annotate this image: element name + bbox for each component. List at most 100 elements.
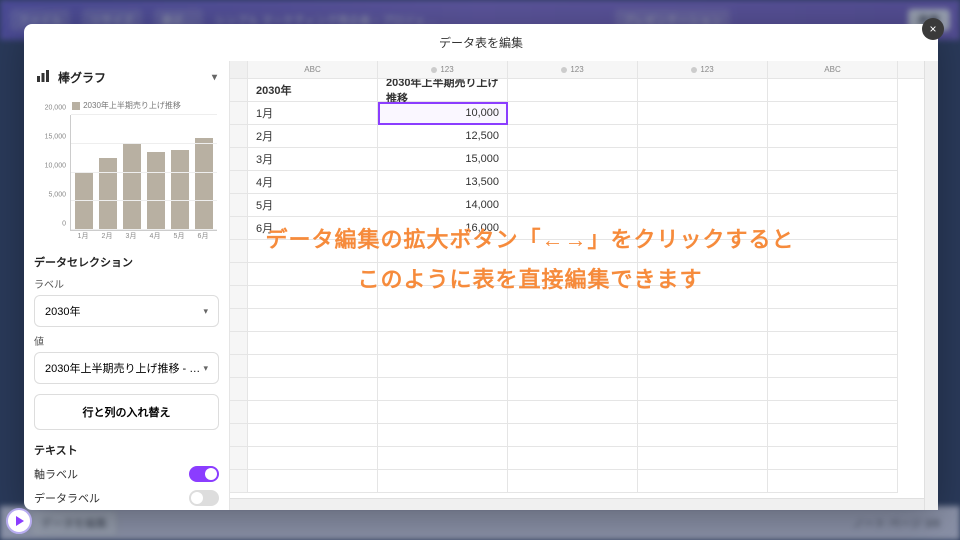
cell[interactable] (248, 378, 378, 401)
cell[interactable]: 12,500 (378, 125, 508, 148)
cell[interactable] (638, 79, 768, 102)
cell[interactable] (638, 447, 768, 470)
cell[interactable] (508, 263, 638, 286)
cell[interactable] (248, 263, 378, 286)
cell[interactable] (248, 424, 378, 447)
cell[interactable]: 2月 (248, 125, 378, 148)
cell[interactable] (508, 355, 638, 378)
cell[interactable] (378, 424, 508, 447)
row-header[interactable] (230, 171, 248, 194)
cell[interactable]: 13,500 (378, 171, 508, 194)
column-header[interactable]: 123 (378, 61, 508, 78)
cell[interactable] (378, 263, 508, 286)
cell[interactable] (508, 286, 638, 309)
cell[interactable] (248, 332, 378, 355)
cell[interactable] (508, 424, 638, 447)
row-header[interactable] (230, 424, 248, 447)
cell[interactable] (638, 470, 768, 493)
cell[interactable] (768, 240, 898, 263)
value-select[interactable]: 2030年上半期売り上げ推移 - … ▾ (34, 352, 219, 384)
axis-label-toggle[interactable] (189, 466, 219, 482)
cell[interactable] (768, 470, 898, 493)
horizontal-scrollbar[interactable] (230, 498, 924, 510)
column-header[interactable]: ABC (768, 61, 898, 78)
row-header[interactable] (230, 125, 248, 148)
edit-data-button[interactable]: データを編集 (30, 510, 118, 536)
cell[interactable] (768, 263, 898, 286)
cell[interactable]: 14,000 (378, 194, 508, 217)
cell[interactable]: 4月 (248, 171, 378, 194)
cell[interactable] (638, 148, 768, 171)
cell[interactable] (638, 240, 768, 263)
row-header[interactable] (230, 355, 248, 378)
cell[interactable] (638, 263, 768, 286)
row-header[interactable] (230, 217, 248, 240)
cell[interactable] (378, 401, 508, 424)
cell[interactable] (638, 378, 768, 401)
cell[interactable] (508, 217, 638, 240)
cell[interactable] (378, 378, 508, 401)
cell[interactable] (508, 470, 638, 493)
cell[interactable] (508, 401, 638, 424)
cell[interactable] (768, 102, 898, 125)
cell[interactable] (768, 286, 898, 309)
vertical-scrollbar[interactable] (924, 61, 938, 510)
row-header[interactable] (230, 102, 248, 125)
cell[interactable] (768, 424, 898, 447)
cell[interactable] (768, 309, 898, 332)
cell[interactable] (638, 424, 768, 447)
cell[interactable] (638, 401, 768, 424)
label-select[interactable]: 2030年 ▾ (34, 295, 219, 327)
cell[interactable] (248, 286, 378, 309)
cell[interactable] (768, 355, 898, 378)
cell[interactable] (248, 470, 378, 493)
cell[interactable] (768, 447, 898, 470)
row-header[interactable] (230, 263, 248, 286)
cell[interactable] (378, 355, 508, 378)
cell[interactable]: 6月 (248, 217, 378, 240)
cell[interactable]: 3月 (248, 148, 378, 171)
cell[interactable] (378, 470, 508, 493)
cell[interactable]: 5月 (248, 194, 378, 217)
cell[interactable] (768, 125, 898, 148)
cell[interactable]: 2030年 (248, 79, 378, 102)
cell[interactable] (768, 378, 898, 401)
cell[interactable] (378, 309, 508, 332)
cell[interactable] (378, 286, 508, 309)
column-header[interactable]: 123 (508, 61, 638, 78)
cell[interactable] (508, 378, 638, 401)
cell[interactable] (248, 240, 378, 263)
row-header[interactable] (230, 378, 248, 401)
cell[interactable] (508, 148, 638, 171)
cell[interactable] (508, 309, 638, 332)
cell[interactable] (378, 240, 508, 263)
row-header[interactable] (230, 470, 248, 493)
cell[interactable]: 10,000 (378, 102, 508, 125)
cell[interactable] (508, 194, 638, 217)
cell[interactable]: 16,000 (378, 217, 508, 240)
cell[interactable] (768, 332, 898, 355)
data-label-toggle[interactable] (189, 490, 219, 506)
column-header[interactable]: ABC (248, 61, 378, 78)
cell[interactable] (378, 447, 508, 470)
cell[interactable] (508, 125, 638, 148)
cell[interactable] (378, 332, 508, 355)
chart-type-select[interactable]: 棒グラフ ▾ (34, 65, 219, 94)
cell[interactable] (768, 79, 898, 102)
cell[interactable] (768, 217, 898, 240)
grid[interactable]: ABC123123123ABC2030年2030年上半期売り上げ推移1月10,0… (230, 61, 938, 510)
row-header[interactable] (230, 401, 248, 424)
play-button[interactable] (6, 508, 32, 534)
row-header[interactable] (230, 240, 248, 263)
close-button[interactable]: × (922, 18, 944, 40)
cell[interactable]: 15,000 (378, 148, 508, 171)
cell[interactable] (638, 125, 768, 148)
cell[interactable] (508, 79, 638, 102)
swap-rows-cols-button[interactable]: 行と列の入れ替え (34, 394, 219, 430)
cell[interactable] (638, 355, 768, 378)
cell[interactable] (248, 401, 378, 424)
cell[interactable] (508, 102, 638, 125)
cell[interactable] (638, 309, 768, 332)
cell[interactable] (638, 194, 768, 217)
cell[interactable] (638, 286, 768, 309)
